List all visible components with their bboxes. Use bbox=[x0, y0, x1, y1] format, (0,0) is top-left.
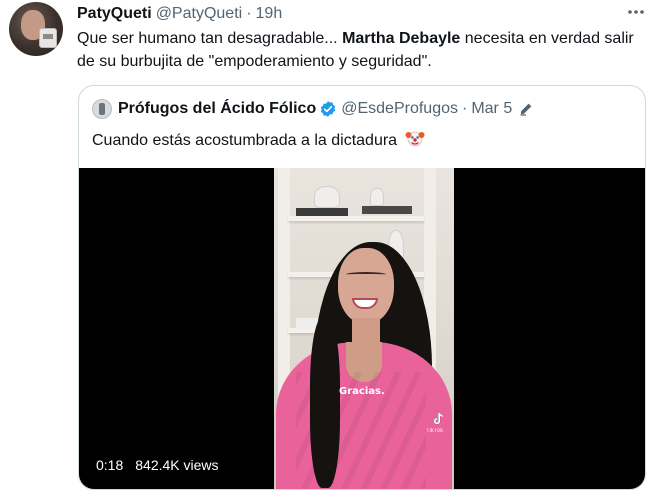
tweet-timestamp[interactable]: 19h bbox=[256, 5, 283, 23]
video-duration: 0:18 bbox=[96, 457, 124, 473]
tiktok-logo-icon bbox=[432, 412, 446, 426]
quoted-author-name[interactable]: Prófugos del Ácido Fólico bbox=[118, 100, 316, 118]
clown-face-icon bbox=[405, 128, 425, 155]
book bbox=[362, 206, 412, 214]
video-subtitle: Gracias. bbox=[339, 386, 385, 397]
tweet-text-part: Que ser humano tan desagradable... bbox=[77, 30, 343, 47]
more-options-icon[interactable] bbox=[626, 4, 646, 20]
author-handle[interactable]: @PatyQueti bbox=[156, 5, 243, 23]
tweet-text: Que ser humano tan desagradable... Marth… bbox=[77, 27, 637, 73]
quoted-author-handle[interactable]: @EsdeProfugos bbox=[341, 100, 458, 118]
video-frame: Gracias. TikTok bbox=[274, 168, 454, 489]
quoted-header: Prófugos del Ácido Fólico @EsdeProfugos … bbox=[92, 98, 534, 120]
tweet-header: PatyQueti @PatyQueti · 19h bbox=[77, 3, 282, 25]
tiktok-watermark: TikTok bbox=[426, 428, 444, 434]
person-hair-strand bbox=[310, 318, 340, 488]
quoted-tweet[interactable]: Prófugos del Ácido Fólico @EsdeProfugos … bbox=[78, 85, 646, 490]
video-player[interactable]: Gracias. TikTok 0:18 842.4K views bbox=[79, 168, 645, 489]
person-face bbox=[338, 248, 394, 324]
quoted-text: Cuando estás acostumbrada a la dictadura bbox=[92, 128, 425, 155]
author-avatar[interactable] bbox=[9, 2, 63, 56]
quoted-text-content: Cuando estás acostumbrada a la dictadura bbox=[92, 132, 398, 149]
quoted-avatar[interactable] bbox=[92, 99, 112, 119]
avatar-mug bbox=[39, 28, 57, 48]
book bbox=[296, 208, 348, 216]
shelf bbox=[288, 216, 424, 221]
video-views: 842.4K views bbox=[135, 457, 219, 473]
video-stats: 0:18 842.4K views bbox=[96, 455, 219, 475]
vase bbox=[370, 188, 384, 206]
verified-badge-icon bbox=[319, 100, 337, 118]
separator-dot: · bbox=[461, 100, 468, 117]
vase bbox=[314, 186, 340, 208]
quoted-timestamp[interactable]: Mar 5 bbox=[471, 100, 512, 118]
separator-dot: · bbox=[246, 5, 252, 22]
author-name[interactable]: PatyQueti bbox=[77, 5, 152, 23]
edited-pencil-icon[interactable] bbox=[518, 101, 534, 117]
person-shirt bbox=[276, 342, 452, 489]
tweet[interactable]: PatyQueti @PatyQueti · 19h Que ser human… bbox=[0, 0, 652, 500]
tweet-text-bold: Martha Debayle bbox=[342, 30, 461, 47]
person-eyes bbox=[346, 272, 386, 277]
